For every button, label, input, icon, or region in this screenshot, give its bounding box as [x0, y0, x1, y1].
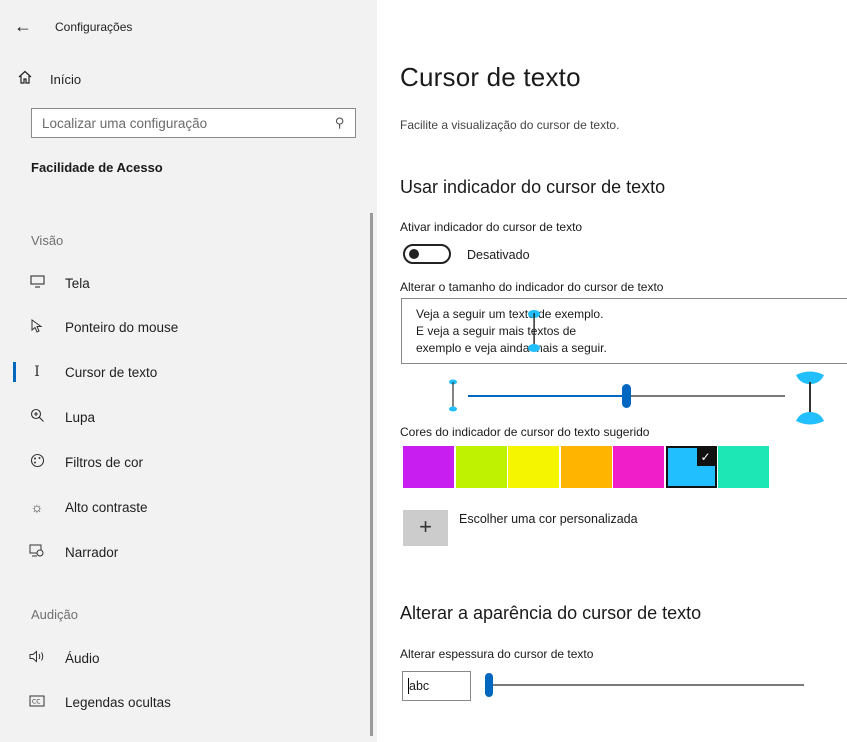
sidebar-item-label: Áudio	[65, 650, 100, 666]
plus-icon: +	[419, 514, 432, 539]
color-filter-icon	[22, 453, 52, 471]
sidebar: ← Configurações Início Localizar uma con…	[0, 0, 377, 742]
toggle-label: Ativar indicador do cursor de texto	[400, 220, 583, 234]
indicator-preview-box: Veja a seguir um texto de exemplo. E vej…	[401, 298, 847, 364]
home-label: Início	[50, 71, 82, 87]
page-description: Facilite a visualização do cursor de tex…	[400, 118, 620, 132]
sidebar-item-high-contrast[interactable]: ☼ Alto contraste	[0, 487, 377, 527]
small-indicator-icon	[449, 379, 457, 412]
sidebar-item-label: Lupa	[65, 409, 96, 425]
sidebar-item-magnifier[interactable]: Lupa	[0, 397, 377, 437]
color-swatch[interactable]	[508, 446, 559, 488]
sidebar-item-label: Ponteiro do mouse	[65, 319, 179, 335]
sidebar-item-text-cursor[interactable]: I Cursor de texto	[0, 352, 377, 392]
mouse-pointer-icon	[22, 318, 52, 336]
toggle-state-text: Desativado	[467, 248, 530, 262]
thickness-label: Alterar espessura do cursor de texto	[400, 647, 594, 661]
monitor-icon	[22, 275, 52, 291]
large-indicator-icon	[796, 371, 824, 425]
search-icon[interactable]: ⚲	[335, 115, 345, 131]
color-swatch[interactable]	[455, 446, 507, 488]
color-swatch[interactable]	[613, 446, 664, 488]
sidebar-item-label: Narrador	[65, 544, 119, 560]
sidebar-item-audio[interactable]: Áudio	[0, 638, 377, 678]
text-caret	[408, 678, 409, 694]
size-label: Alterar o tamanho do indicador do cursor…	[400, 280, 664, 294]
color-swatch[interactable]	[718, 446, 769, 488]
color-swatch[interactable]	[560, 446, 612, 488]
size-slider-fill	[468, 395, 626, 397]
svg-text:CC: CC	[32, 699, 40, 706]
sidebar-item-home[interactable]: Início	[10, 64, 81, 94]
text-cursor-icon: I	[34, 364, 40, 380]
group-heading-vision: Visão	[31, 233, 64, 248]
sidebar-scrollbar[interactable]	[370, 213, 373, 736]
colors-label: Cores do indicador de cursor do texto su…	[400, 425, 650, 439]
home-icon	[10, 70, 40, 88]
search-input[interactable]: Localizar uma configuração ⚲	[31, 108, 356, 138]
thickness-preview-box: abc	[402, 671, 471, 701]
thickness-slider-thumb[interactable]	[485, 673, 493, 697]
selection-indicator	[13, 362, 16, 382]
sidebar-item-closed-captions[interactable]: CC Legendas ocultas	[0, 682, 377, 722]
thickness-slider-track[interactable]	[486, 684, 804, 686]
sidebar-item-mouse-pointer[interactable]: Ponteiro do mouse	[0, 307, 377, 347]
indicator-toggle[interactable]	[403, 244, 451, 264]
magnifier-icon	[22, 408, 52, 426]
indicator-section-heading: Usar indicador do cursor de texto	[400, 177, 666, 197]
sidebar-item-label: Alto contraste	[65, 499, 148, 515]
preview-line: E veja a seguir mais textos de	[416, 324, 577, 338]
narrator-icon	[22, 544, 52, 561]
color-swatch[interactable]: ✓	[665, 446, 717, 488]
back-arrow-icon[interactable]: ←	[14, 16, 32, 36]
custom-color-label[interactable]: Escolher uma cor personalizada	[459, 512, 638, 526]
closed-captions-icon: CC	[22, 694, 52, 710]
group-heading-hearing: Audição	[31, 607, 78, 622]
high-contrast-icon: ☼	[30, 499, 44, 515]
thickness-preview-text: abc	[409, 679, 430, 693]
sidebar-item-tela[interactable]: Tela	[0, 263, 377, 303]
sidebar-item-label: Cursor de texto	[65, 364, 158, 380]
checkmark-icon: ✓	[696, 448, 715, 466]
preview-cursor-indicator	[528, 310, 540, 352]
sidebar-item-label: Tela	[65, 275, 90, 291]
add-custom-color-button[interactable]: +	[403, 510, 448, 546]
page-title: Cursor de texto	[400, 62, 581, 92]
section-title: Facilidade de Acesso	[31, 160, 163, 175]
size-slider-thumb[interactable]	[622, 384, 631, 408]
sidebar-item-color-filters[interactable]: Filtros de cor	[0, 442, 377, 482]
preview-line: Veja a seguir um texto de exemplo.	[416, 307, 604, 321]
toggle-knob	[409, 249, 419, 259]
speaker-icon	[22, 650, 52, 666]
appearance-section-heading: Alterar a aparência do cursor de texto	[400, 603, 702, 623]
preview-line: exemplo e veja ainda mais a seguir.	[416, 341, 607, 355]
sidebar-item-label: Filtros de cor	[65, 454, 144, 470]
app-title: Configurações	[55, 20, 133, 34]
sidebar-item-narrator[interactable]: Narrador	[0, 532, 377, 572]
search-placeholder: Localizar uma configuração	[42, 115, 208, 131]
sidebar-item-label: Legendas ocultas	[65, 694, 171, 710]
color-swatch[interactable]	[403, 446, 454, 488]
